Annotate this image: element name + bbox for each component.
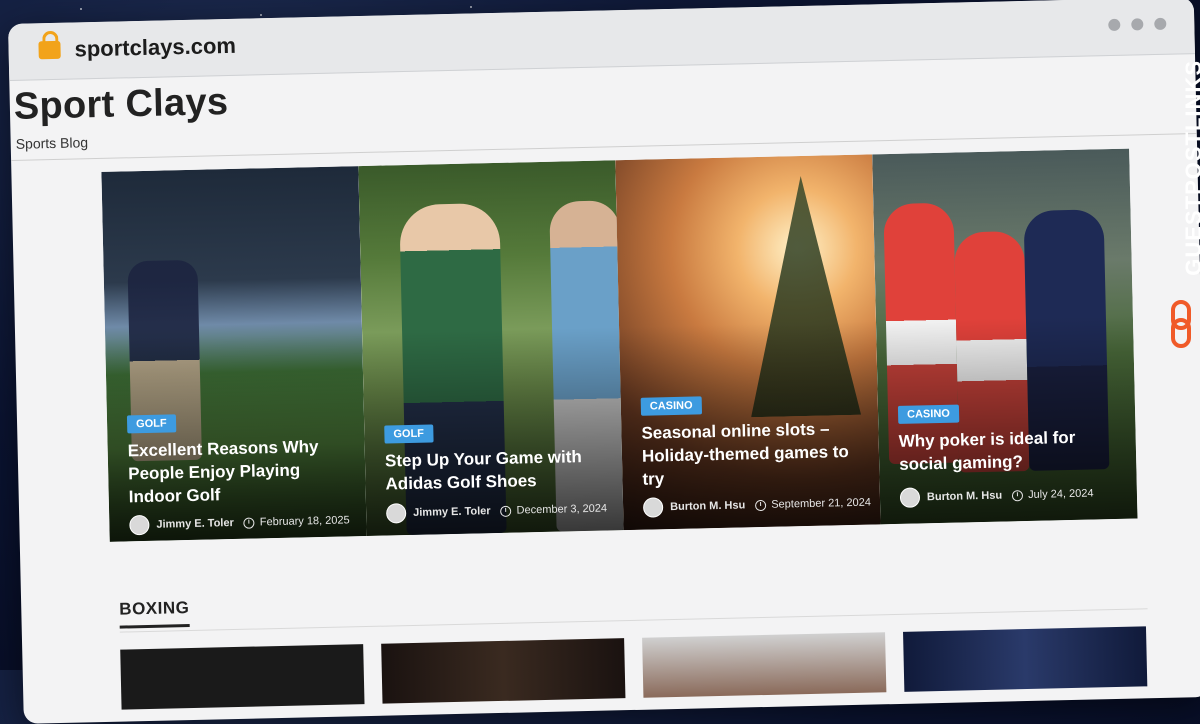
featured-card[interactable]: CASINO Seasonal online slots – Holiday-t… [615,154,881,531]
post-date[interactable]: July 24, 2024 [1028,487,1094,500]
author-name[interactable]: Jimmy E. Toler [156,517,234,531]
window-controls [1108,17,1167,32]
category-badge[interactable]: GOLF [126,414,176,434]
post-title[interactable]: Step Up Your Game with Adidas Golf Shoes [385,444,611,495]
site-tagline: Sports Blog [15,134,89,152]
clock-icon [1011,489,1024,501]
author-name[interactable]: Jimmy E. Toler [413,505,491,519]
address-bar[interactable]: sportclays.com [8,0,1195,81]
featured-card[interactable]: GOLF Excellent Reasons Why People Enjoy … [101,166,367,542]
url-text[interactable]: sportclays.com [74,33,236,63]
post-title[interactable]: Why poker is ideal for social gaming? [898,425,1124,476]
post-title[interactable]: Seasonal online slots – Holiday-themed g… [641,417,868,491]
post-thumbnail[interactable] [903,626,1148,692]
chain-link-icon [1171,300,1191,348]
post-thumbnail[interactable] [120,644,365,710]
window-dot-icon[interactable] [1131,18,1144,31]
post-thumbnail[interactable] [642,632,887,698]
window-dot-icon[interactable] [1108,18,1121,32]
site-title[interactable]: Sport Clays [13,81,228,129]
featured-posts: GOLF Excellent Reasons Why People Enjoy … [101,148,1138,542]
lock-icon [38,40,61,60]
author-avatar [642,497,664,518]
category-badge[interactable]: CASINO [640,396,702,416]
section-heading[interactable]: BOXING [119,598,190,629]
featured-card[interactable]: CASINO Why poker is ideal for social gam… [872,148,1138,525]
author-name[interactable]: Burton M. Hsu [670,499,745,513]
clock-icon [755,499,767,511]
post-title[interactable]: Excellent Reasons Why People Enjoy Playi… [127,434,354,508]
author-avatar [385,503,407,524]
post-date[interactable]: February 18, 2025 [260,514,350,528]
featured-card[interactable]: GOLF Step Up Your Game with Adidas Golf … [358,160,624,536]
clock-icon [243,517,255,529]
category-badge[interactable]: GOLF [384,424,434,444]
author-avatar [899,487,921,508]
browser-window: sportclays.com Sport Clays Sports Blog G… [8,0,1200,724]
clock-icon [500,505,512,517]
post-date[interactable]: September 21, 2024 [771,497,871,511]
author-avatar [129,514,150,536]
watermark-text: GUESTPOSTLINKS [1181,60,1200,276]
category-badge[interactable]: CASINO [897,404,960,424]
post-thumbnail[interactable] [381,638,626,704]
boxing-post-list [120,626,1148,710]
post-date[interactable]: December 3, 2024 [516,503,607,517]
window-dot-icon[interactable] [1154,17,1167,30]
author-name[interactable]: Burton M. Hsu [927,490,1002,504]
